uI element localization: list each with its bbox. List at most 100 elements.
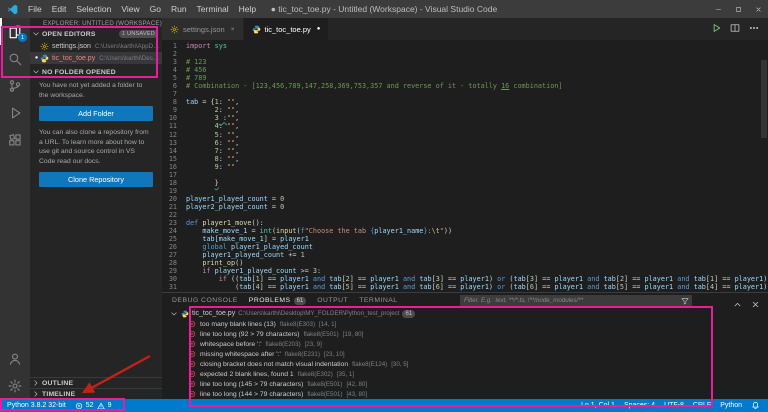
menu-file[interactable]: File bbox=[23, 0, 47, 18]
problem-item[interactable]: closing bracket does not match visual in… bbox=[162, 359, 768, 369]
line-number: 14 bbox=[162, 147, 186, 155]
problem-item[interactable]: too many blank lines (13)flake8(E303)[14… bbox=[162, 319, 768, 329]
problem-source: flake8(E303) bbox=[280, 321, 315, 328]
editor-tab-bar: settings.json × tic_toc_toe.py● bbox=[162, 18, 768, 40]
problem-item[interactable]: line too long (92 > 79 characters)flake8… bbox=[162, 329, 768, 339]
run-button[interactable] bbox=[711, 20, 721, 38]
code-text: } bbox=[186, 179, 219, 187]
line-number: 13 bbox=[162, 139, 186, 147]
tab-settings.json[interactable]: settings.json × bbox=[162, 18, 244, 40]
open-editor-item[interactable]: ●tic_toc_toe.pyC:\Users\karthi\Desktop\M… bbox=[30, 52, 162, 64]
activity-settings[interactable] bbox=[0, 372, 30, 399]
outline-section-header[interactable]: OUTLINE bbox=[30, 377, 162, 388]
problem-position: [14, 1] bbox=[319, 321, 336, 328]
activity-badge: 1 bbox=[18, 33, 27, 42]
code-text: if player1_played_count >= 3: bbox=[186, 267, 321, 275]
no-folder-header[interactable]: NO FOLDER OPENED bbox=[30, 66, 162, 78]
line-number: 21 bbox=[162, 203, 186, 211]
panel-tab-debug-console[interactable]: DEBUG CONSOLE bbox=[172, 293, 238, 308]
timeline-section-header[interactable]: TIMELINE bbox=[30, 388, 162, 399]
line-number: 6 bbox=[162, 82, 186, 90]
encoding-status[interactable]: UTF-8 bbox=[664, 402, 684, 409]
activity-explorer[interactable]: 1 bbox=[0, 18, 30, 45]
window-maximize-button[interactable] bbox=[728, 0, 748, 18]
tab-close-icon[interactable]: × bbox=[231, 26, 235, 33]
code-line: 23def player1_move(): bbox=[162, 219, 768, 227]
activity-extensions[interactable] bbox=[0, 126, 30, 153]
code-line: 17 bbox=[162, 171, 768, 179]
problems-summary-status[interactable]: 52 9 bbox=[75, 402, 112, 410]
problem-item[interactable]: whitespace before ':'flake8(E203)[23, 9] bbox=[162, 339, 768, 349]
sidebar-bottom-sections: OUTLINE TIMELINE bbox=[30, 377, 162, 399]
code-line: 31 (tab[4] == player1 and tab[5] == play… bbox=[162, 283, 768, 291]
panel-tab-terminal[interactable]: TERMINAL bbox=[359, 293, 397, 308]
problems-count-badge: 61 bbox=[294, 297, 307, 305]
more-actions-button[interactable] bbox=[749, 20, 759, 38]
problem-item[interactable]: missing whitespace after ':'flake8(E231)… bbox=[162, 349, 768, 359]
code-line: 28 print_op() bbox=[162, 259, 768, 267]
panel-tab-problems[interactable]: PROBLEMS61 bbox=[249, 293, 306, 308]
filter-icon[interactable] bbox=[681, 297, 689, 305]
cursor-position-status[interactable]: Ln 1, Col 1 bbox=[581, 402, 615, 409]
eol-status[interactable]: CRLF bbox=[693, 402, 711, 409]
maximize-panel-button[interactable] bbox=[733, 296, 742, 314]
bell-icon[interactable] bbox=[751, 401, 760, 410]
menu-selection[interactable]: Selection bbox=[71, 0, 116, 18]
line-number: 7 bbox=[162, 90, 186, 98]
line-number: 20 bbox=[162, 195, 186, 203]
python-interpreter-status[interactable]: Python 3.8.2 32-bit bbox=[7, 402, 66, 409]
code-line: 16 9: "" bbox=[162, 163, 768, 171]
window-close-button[interactable] bbox=[748, 0, 768, 18]
open-editors-header[interactable]: OPEN EDITORS 1 UNSAVED bbox=[30, 28, 162, 40]
close-panel-button[interactable] bbox=[751, 296, 760, 314]
line-number: 5 bbox=[162, 74, 186, 82]
problem-position: [19, 80] bbox=[343, 331, 364, 338]
indentation-status[interactable]: Spaces: 4 bbox=[624, 402, 655, 409]
python-icon bbox=[181, 310, 189, 318]
editor-actions bbox=[711, 18, 768, 40]
problem-message: closing bracket does not match visual in… bbox=[200, 361, 348, 368]
language-mode-status[interactable]: Python bbox=[720, 402, 742, 409]
error-icon bbox=[188, 370, 196, 378]
menu-go[interactable]: Go bbox=[145, 0, 166, 18]
code-editor[interactable]: 1import sys23# 1234# 4565# 7896# Combina… bbox=[162, 40, 768, 291]
menu-view[interactable]: View bbox=[116, 0, 144, 18]
clone-repository-button[interactable]: Clone Repository bbox=[39, 172, 153, 187]
problem-item[interactable]: line too long (145 > 79 characters)flake… bbox=[162, 379, 768, 389]
panel-tab-output[interactable]: OUTPUT bbox=[317, 293, 348, 308]
sidebar-explorer: EXPLORER: UNTITLED (WORKSPACE) OPEN EDIT… bbox=[30, 18, 162, 399]
activity-search[interactable] bbox=[0, 45, 30, 72]
open-editors-list: settings.jsonC:\Users\karthi\AppData\Roa… bbox=[30, 40, 162, 64]
menu-help[interactable]: Help bbox=[234, 0, 261, 18]
activity-run-debug[interactable] bbox=[0, 99, 30, 126]
modified-dot: ● bbox=[33, 55, 40, 61]
line-number: 16 bbox=[162, 163, 186, 171]
tab-tic_toc_toe.py[interactable]: tic_toc_toe.py● bbox=[244, 18, 330, 40]
tab-modified-dot[interactable]: ● bbox=[317, 26, 321, 32]
window-controls bbox=[708, 0, 768, 18]
title-bar: FileEditSelectionViewGoRunTerminalHelp ●… bbox=[0, 0, 768, 18]
problems-file-group[interactable]: tic_toc_toe.pyC:\Users\karthi\Desktop\MY… bbox=[162, 308, 768, 319]
code-line: 4# 456 bbox=[162, 66, 768, 74]
problem-message: whitespace before ':' bbox=[200, 341, 262, 348]
maximize-icon bbox=[735, 6, 742, 13]
problems-filter-input[interactable] bbox=[460, 295, 681, 306]
code-line: 30 if ((tab[1] == player1 and tab[2] == … bbox=[162, 275, 768, 283]
menu-run[interactable]: Run bbox=[166, 0, 192, 18]
add-folder-button[interactable]: Add Folder bbox=[39, 106, 153, 121]
window-minimize-button[interactable] bbox=[708, 0, 728, 18]
editor-scrollbar[interactable] bbox=[761, 60, 767, 138]
activity-account[interactable] bbox=[0, 345, 30, 372]
split-editor-button[interactable] bbox=[730, 20, 740, 38]
menu-terminal[interactable]: Terminal bbox=[192, 0, 234, 18]
chevron-right-icon bbox=[32, 379, 40, 387]
menu-edit[interactable]: Edit bbox=[47, 0, 72, 18]
no-folder-label: NO FOLDER OPENED bbox=[42, 69, 116, 76]
error-icon bbox=[188, 380, 196, 388]
code-line: 9 2: "", bbox=[162, 106, 768, 114]
activity-source-control[interactable] bbox=[0, 72, 30, 99]
tab-label: settings.json bbox=[183, 25, 225, 34]
open-editor-item[interactable]: settings.jsonC:\Users\karthi\AppData\Roa… bbox=[30, 40, 162, 52]
problem-item[interactable]: line too long (144 > 79 characters)flake… bbox=[162, 389, 768, 399]
problem-item[interactable]: expected 2 blank lines, found 1flake8(E3… bbox=[162, 369, 768, 379]
